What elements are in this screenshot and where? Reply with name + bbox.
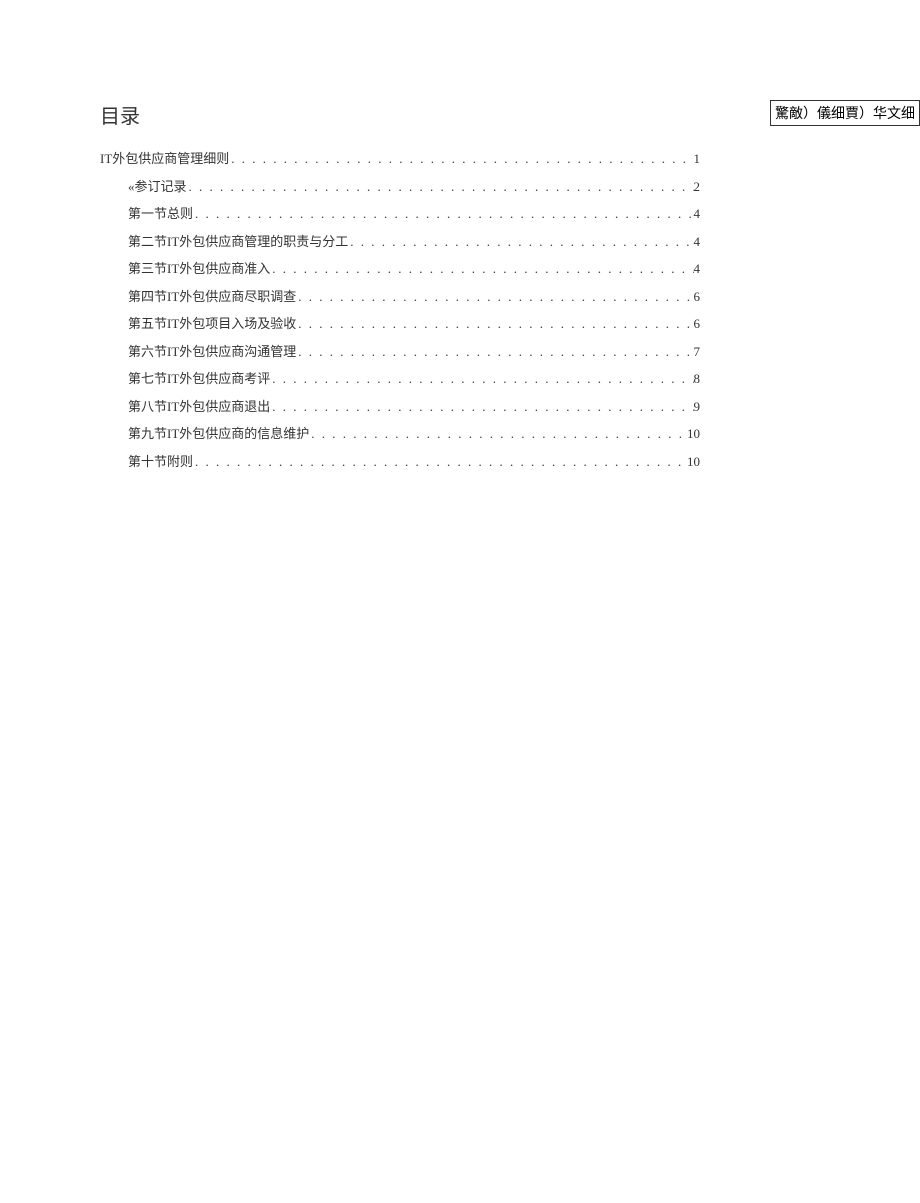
toc-entry: 第四节IT外包供应商尽职调查 6 — [100, 287, 700, 307]
toc-entry-page: 10 — [687, 452, 700, 472]
toc-title: 目录 — [100, 100, 700, 129]
toc-entry-page: 6 — [694, 314, 701, 334]
toc-entry-dots — [229, 149, 693, 169]
toc-entry-label: 第四节IT外包供应商尽职调查 — [128, 287, 296, 307]
toc-entry: 第十节附则 10 — [100, 452, 700, 472]
toc-entry-page: 4 — [694, 204, 701, 224]
toc-entry: «参订记录 2 — [100, 177, 700, 197]
toc-entry-label: 第二节IT外包供应商管理的职责与分工 — [128, 232, 348, 252]
toc-entry-label: 第十节附则 — [128, 452, 193, 472]
toc-entry-page: 9 — [694, 397, 701, 417]
toc-entry-label: 第一节总则 — [128, 204, 193, 224]
toc-entry-dots — [270, 369, 693, 389]
toc-entry-page: 1 — [694, 149, 701, 169]
toc-entry-page: 4 — [694, 259, 701, 279]
toc-entry-page: 8 — [694, 369, 701, 389]
toc-entry: 第六节IT外包供应商沟通管理 7 — [100, 342, 700, 362]
toc-entry: 第五节IT外包项目入场及验收 6 — [100, 314, 700, 334]
toc-entry: 第二节IT外包供应商管理的职责与分工 4 — [100, 232, 700, 252]
toc-entry-label: 第三节IT外包供应商准入 — [128, 259, 270, 279]
toc-entry: 第八节IT外包供应商退出 9 — [100, 397, 700, 417]
toc-entry-page: 10 — [687, 424, 700, 444]
toc-entry-label: 第六节IT外包供应商沟通管理 — [128, 342, 296, 362]
toc-entry: 第一节总则 4 — [100, 204, 700, 224]
toc-entry-dots — [193, 204, 693, 224]
side-label: 驚敵）儀细賈）华文细 — [770, 100, 920, 126]
toc-entry-dots — [296, 342, 693, 362]
toc-entry-dots — [348, 232, 693, 252]
toc-entry-dots — [187, 177, 694, 197]
toc-entry: 第七节IT外包供应商考评 8 — [100, 369, 700, 389]
toc-entry-page: 7 — [694, 342, 701, 362]
toc-entry-dots — [193, 452, 687, 472]
toc-entry-label: 第七节IT外包供应商考评 — [128, 369, 270, 389]
toc-entry-dots — [296, 314, 693, 334]
toc-entry: 第九节IT外包供应商的信息维护 10 — [100, 424, 700, 444]
toc-entry-label: 第八节IT外包供应商退出 — [128, 397, 270, 417]
toc-entry-dots — [270, 259, 693, 279]
toc-list: IT外包供应商管理细则1«参订记录2第一节总则4第二节IT外包供应商管理的职责与… — [100, 149, 700, 471]
toc-entry-dots — [270, 397, 693, 417]
toc-entry-label: «参订记录 — [128, 177, 187, 197]
toc-entry-dots — [296, 287, 693, 307]
toc-entry: IT外包供应商管理细则 1 — [100, 149, 700, 169]
toc-entry-label: 第五节IT外包项目入场及验收 — [128, 314, 296, 334]
toc-entry-label: 第九节IT外包供应商的信息维护 — [128, 424, 309, 444]
toc-entry: 第三节IT外包供应商准入 4 — [100, 259, 700, 279]
toc-entry-label: IT外包供应商管理细则 — [100, 149, 229, 169]
toc-entry-dots — [309, 424, 687, 444]
toc-entry-page: 4 — [694, 232, 701, 252]
toc-entry-page: 2 — [694, 177, 701, 197]
toc-entry-page: 6 — [694, 287, 701, 307]
page-container: 目录 IT外包供应商管理细则1«参订记录2第一节总则4第二节IT外包供应商管理的… — [0, 0, 700, 471]
